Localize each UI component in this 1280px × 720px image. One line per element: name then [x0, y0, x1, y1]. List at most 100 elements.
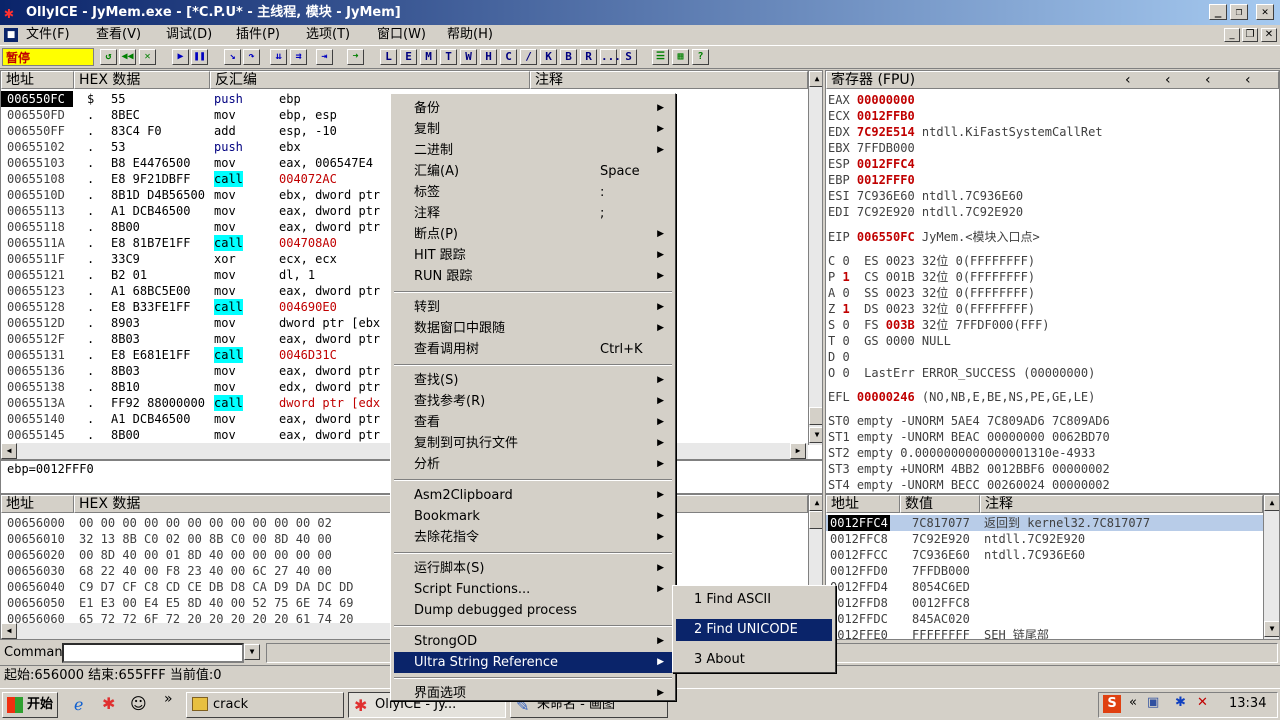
stack-row[interactable]: 0012FFC4 7C817077 返回到 kernel32.7C817077 — [826, 515, 1263, 531]
view-w-button[interactable]: W — [460, 49, 477, 65]
scroll-down-arrow-icon[interactable]: ▼ — [809, 427, 822, 443]
submenu-item-1[interactable]: 1 Find ASCII — [676, 589, 832, 611]
register-line[interactable]: A 0 SS 0023 32位 0(FFFFFFFF) — [828, 285, 1035, 301]
context-menu-item[interactable]: Ultra String Reference ▶ — [394, 652, 672, 673]
stack-vertical-scrollbar[interactable]: ▲ ▼ — [1263, 495, 1279, 639]
register-line[interactable]: P 1 CS 001B 32位 0(FFFFFFFF) — [828, 269, 1035, 285]
context-menu-item[interactable]: 复制 ▶ — [394, 119, 672, 140]
command-input[interactable] — [62, 643, 244, 663]
title-bar[interactable]: ✱ OllyICE - JyMem.exe - [*C.P.U* - 主线程, … — [0, 0, 1280, 25]
scroll-thumb[interactable] — [809, 407, 822, 425]
register-line[interactable]: ST1 empty -UNORM BEAC 00000000 0062BD70 — [828, 429, 1110, 445]
stack-header-address[interactable]: 地址 — [826, 495, 900, 513]
goto-icon[interactable]: ➜ — [347, 49, 364, 65]
stack-row[interactable]: 0012FFD8 0012FFC8 — [826, 595, 1263, 611]
grid-icon[interactable]: ▦ — [672, 49, 689, 65]
tray-expand-icon[interactable]: « — [1129, 695, 1137, 710]
view-s-button[interactable]: S — [620, 49, 637, 65]
trace-into-icon[interactable]: ⇊ — [270, 49, 287, 65]
register-line[interactable]: EBP 0012FFF0 — [828, 172, 915, 188]
register-line[interactable]: EAX 00000000 — [828, 92, 915, 108]
stack-row[interactable]: 0012FFE0 FFFFFFFF SEH 链尾部 — [826, 627, 1263, 639]
run-icon[interactable]: ▶ — [172, 49, 189, 65]
menu-item-3[interactable]: 调试(D) — [162, 27, 216, 43]
minimize-button[interactable]: _ — [1209, 4, 1227, 20]
dump-header-address[interactable]: 地址 — [1, 495, 74, 513]
view-b-button[interactable]: B — [560, 49, 577, 65]
disasm-header-hex[interactable]: HEX 数据 — [74, 71, 210, 89]
stack-row[interactable]: 0012FFDC 845AC020 — [826, 611, 1263, 627]
scroll-left-arrow-icon[interactable]: ◀ — [1, 443, 17, 459]
context-menu-item[interactable]: Script Functions... ▶ — [394, 579, 672, 600]
context-menu-item[interactable]: 备份 ▶ — [394, 98, 672, 119]
stack-pane[interactable]: 地址 数值 注释 0012FFC4 7C817077 返回到 kernel32.7C… — [825, 494, 1280, 640]
mdi-close-button[interactable]: ✕ — [1261, 28, 1277, 42]
context-menu-item[interactable]: 转到 ▶ — [394, 297, 672, 318]
context-menu-item[interactable]: 数据窗口中跟随 ▶ — [394, 318, 672, 339]
execute-till-return-icon[interactable]: ⇥ — [316, 49, 333, 65]
scroll-arrow-left-icon[interactable]: ‹ — [1205, 72, 1211, 88]
list-icon[interactable]: ☰ — [652, 49, 669, 65]
register-line[interactable]: Z 1 DS 0023 32位 0(FFFFFFFF) — [828, 301, 1035, 317]
sogou-icon[interactable]: S — [1103, 695, 1121, 713]
context-menu-item[interactable]: 断点(P) ▶ — [394, 224, 672, 245]
register-line[interactable]: ECX 0012FFB0 — [828, 108, 915, 124]
scroll-up-arrow-icon[interactable]: ▲ — [809, 495, 822, 511]
trace-over-icon[interactable]: ⇉ — [290, 49, 307, 65]
close-debug-icon[interactable]: ✕ — [139, 49, 156, 65]
view-k-button[interactable]: K — [540, 49, 557, 65]
context-menu-item[interactable]: 二进制 ▶ — [394, 140, 672, 161]
register-line[interactable]: EDI 7C92E920 ntdll.7C92E920 — [828, 204, 1023, 220]
ie-icon[interactable]: ℯ — [74, 695, 83, 714]
command-dropdown-icon[interactable]: ▼ — [244, 644, 260, 660]
register-line[interactable]: T 0 GS 0000 NULL — [828, 333, 951, 349]
start-button[interactable]: 开始 — [2, 692, 58, 718]
scroll-arrow-left-icon[interactable]: ‹ — [1245, 72, 1251, 88]
register-line[interactable]: EIP 006550FC JyMem.<模块入口点> — [828, 229, 1040, 245]
scroll-arrow-left-icon[interactable]: ‹ — [1165, 72, 1171, 88]
stack-row[interactable]: 0012FFD0 7FFDB000 — [826, 563, 1263, 579]
submenu-item-2[interactable]: 2 Find UNICODE — [676, 619, 832, 641]
taskbar-item-crack[interactable]: crack — [186, 692, 344, 718]
disasm-vertical-scrollbar[interactable]: ▲ ▼ — [808, 71, 822, 445]
register-line[interactable]: ST4 empty -UNORM BECC 00260024 00000002 — [828, 477, 1110, 493]
restart-icon[interactable]: ◀◀ — [119, 49, 136, 65]
register-line[interactable]: O 0 LastErr ERROR_SUCCESS (00000000) — [828, 365, 1095, 381]
context-menu-item[interactable]: 界面选项 ▶ — [394, 683, 672, 704]
register-line[interactable]: S 0 FS 003B 32位 7FFDF000(FFF) — [828, 317, 1050, 333]
scroll-left-arrow-icon[interactable]: ◀ — [1, 623, 17, 639]
stack-header-value[interactable]: 数值 — [900, 495, 980, 513]
stack-row[interactable]: 0012FFCC 7C936E60 ntdll.7C936E60 — [826, 547, 1263, 563]
scroll-up-arrow-icon[interactable]: ▲ — [809, 71, 822, 87]
step-over-icon[interactable]: ↷ — [243, 49, 260, 65]
context-menu-item[interactable]: 查看 ▶ — [394, 412, 672, 433]
register-line[interactable]: D 0 — [828, 349, 850, 365]
register-line[interactable]: ST3 empty +UNORM 4BB2 0012BBF6 00000002 — [828, 461, 1110, 477]
scroll-arrow-left-icon[interactable]: ‹ — [1125, 72, 1131, 88]
network-icon[interactable]: ▣ — [1147, 695, 1159, 710]
menu-item-6[interactable]: 窗口(W) — [373, 27, 430, 43]
view-t-button[interactable]: T — [440, 49, 457, 65]
register-line[interactable]: ESP 0012FFC4 — [828, 156, 915, 172]
context-menu-item[interactable]: StrongOD ▶ — [394, 631, 672, 652]
menu-item-5[interactable]: 选项(T) — [302, 27, 354, 43]
step-into-icon[interactable]: ↘ — [224, 49, 241, 65]
context-menu-item[interactable]: 查找(S) ▶ — [394, 370, 672, 391]
register-line[interactable]: ST0 empty -UNORM 5AE4 7C809AD6 7C809AD6 — [828, 413, 1110, 429]
context-menu-item[interactable]: HIT 跟踪 ▶ — [394, 245, 672, 266]
user-quicklaunch-icon[interactable]: ☺ — [130, 694, 147, 713]
menu-item-2[interactable]: 查看(V) — [92, 27, 145, 43]
register-line[interactable]: ESI 7C936E60 ntdll.7C936E60 — [828, 188, 1023, 204]
context-menu-item[interactable]: 查看调用树 Ctrl+K — [394, 339, 672, 360]
context-menu-item[interactable]: 复制到可执行文件 ▶ — [394, 433, 672, 454]
context-menu-item[interactable]: RUN 跟踪 ▶ — [394, 266, 672, 287]
register-line[interactable]: ST2 empty 0.0000000000000001310e-4933 — [828, 445, 1095, 461]
register-line[interactable]: C 0 ES 0023 32位 0(FFFFFFFF) — [828, 253, 1035, 269]
view-l-button[interactable]: L — [380, 49, 397, 65]
pause-icon[interactable]: ❚❚ — [191, 49, 208, 65]
view-slash-button[interactable]: / — [520, 49, 537, 65]
scroll-up-arrow-icon[interactable]: ▲ — [1264, 495, 1279, 511]
scroll-down-arrow-icon[interactable]: ▼ — [1264, 621, 1279, 637]
view-m-button[interactable]: M — [420, 49, 437, 65]
context-menu-item[interactable]: 运行脚本(S) ▶ — [394, 558, 672, 579]
